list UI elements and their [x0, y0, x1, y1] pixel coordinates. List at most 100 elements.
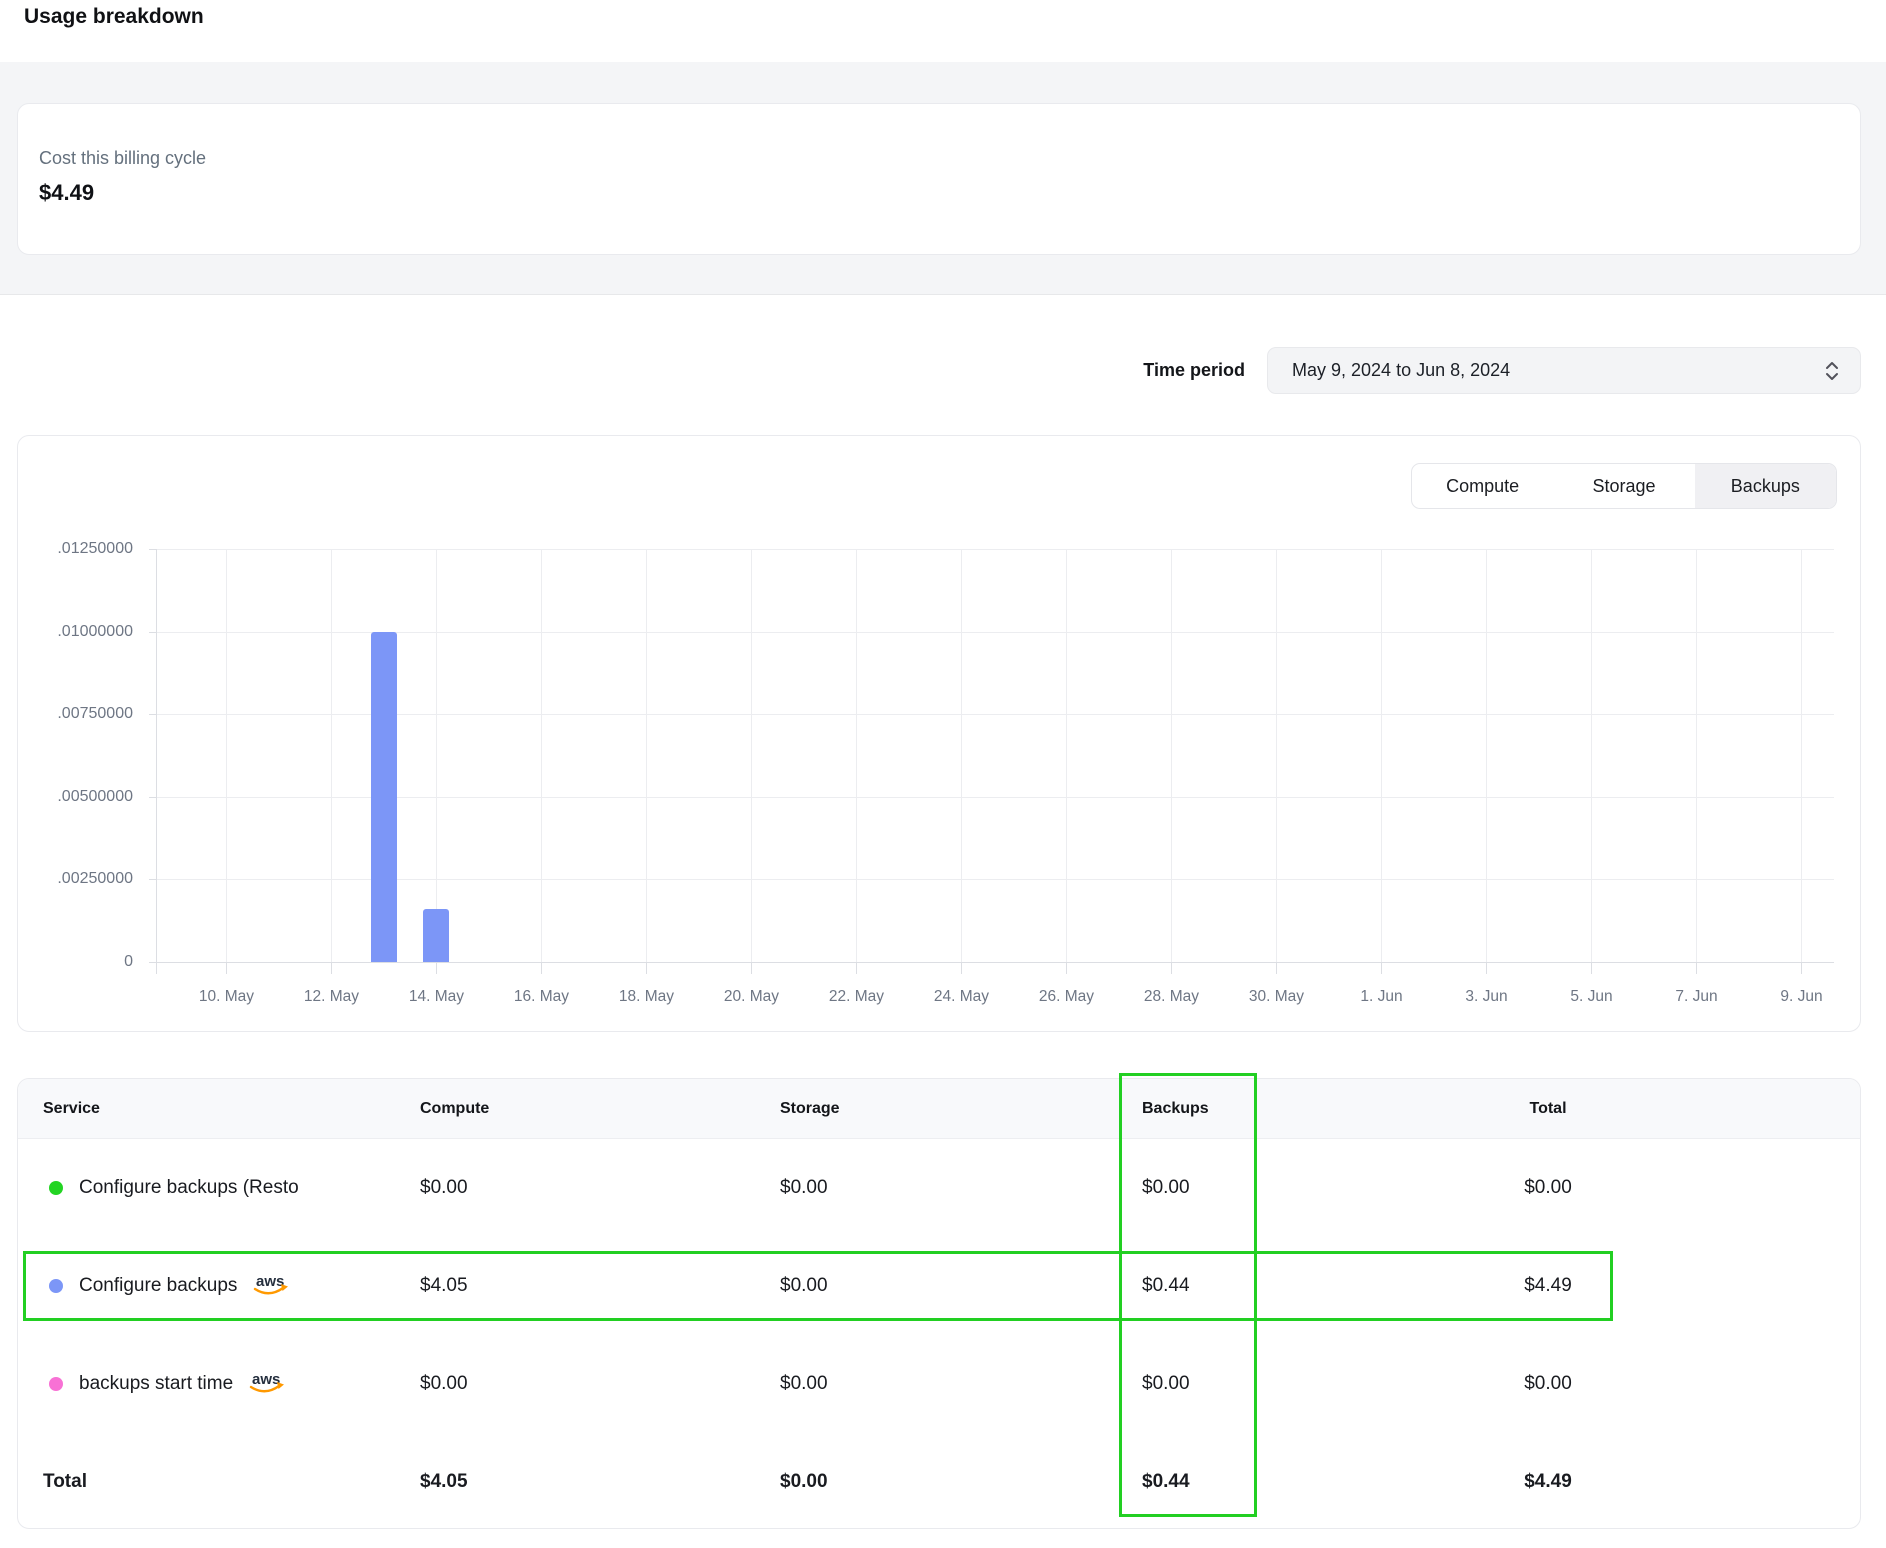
svg-text:aws: aws: [256, 1273, 284, 1290]
y-gridline: [156, 879, 1834, 880]
x-tick: [1381, 962, 1382, 974]
aws-logo-icon: aws: [247, 1370, 289, 1398]
backups-cost-cell: $0.00: [1142, 1373, 1190, 1395]
total-backups-cell: $0.44: [1142, 1471, 1190, 1493]
x-axis-label: 1. Jun: [1329, 988, 1434, 1006]
x-axis-line: [149, 962, 1834, 963]
compute-cost-cell: $4.05: [420, 1275, 468, 1297]
x-axis-label: 24. May: [909, 988, 1014, 1006]
x-axis-label: 12. May: [279, 988, 384, 1006]
x-gridline: [1171, 549, 1172, 962]
x-axis-label: 18. May: [594, 988, 699, 1006]
total-storage-cell: $0.00: [780, 1471, 828, 1493]
y-tick: [149, 797, 156, 798]
x-tick: [331, 962, 332, 974]
y-axis-label: .00500000: [33, 788, 133, 806]
x-tick: [646, 962, 647, 974]
x-tick: [751, 962, 752, 974]
x-gridline: [226, 549, 227, 962]
y-axis-label: 0: [33, 953, 133, 971]
y-tick: [149, 632, 156, 633]
svg-text:aws: aws: [252, 1371, 280, 1388]
header-service: Service: [43, 1100, 100, 1118]
x-gridline: [856, 549, 857, 962]
time-period-select[interactable]: May 9, 2024 to Jun 8, 2024: [1267, 347, 1861, 394]
storage-cost-cell: $0.00: [780, 1177, 828, 1199]
chevron-up-down-icon: [1824, 360, 1840, 382]
x-axis-label: 20. May: [699, 988, 804, 1006]
y-axis-label: .01250000: [33, 540, 133, 558]
x-gridline: [1381, 549, 1382, 962]
backups-cost-cell: $0.44: [1142, 1275, 1190, 1297]
x-axis-label: 26. May: [1014, 988, 1119, 1006]
chart-bar[interactable]: [423, 909, 449, 962]
service-name-cell: Configure backups (Resto: [79, 1177, 299, 1199]
compute-cost-cell: $0.00: [420, 1373, 468, 1395]
service-name-cell: backups start time aws: [79, 1370, 289, 1398]
chart-plot: .01250000 .01000000 .00750000 .00500000 .002…: [18, 436, 1862, 1033]
table-row: backups start timeaws$0.00$0.00$0.00$0.0…: [18, 1335, 1860, 1433]
cost-summary-card: Cost this billing cycle $4.49: [17, 103, 1861, 255]
header-backups: Backups: [1142, 1100, 1209, 1118]
x-tick: [1696, 962, 1697, 974]
x-tick: [436, 962, 437, 974]
y-axis-label: .00750000: [33, 705, 133, 723]
x-axis-label: 7. Jun: [1644, 988, 1749, 1006]
storage-cost-cell: $0.00: [780, 1275, 828, 1297]
total-cost-cell: $0.00: [1418, 1177, 1678, 1199]
time-period-label: Time period: [1040, 347, 1245, 394]
x-gridline: [751, 549, 752, 962]
service-name: Configure backups (Resto: [79, 1177, 299, 1199]
x-gridline: [1486, 549, 1487, 962]
service-name: Configure backups: [79, 1275, 237, 1297]
time-period-value: May 9, 2024 to Jun 8, 2024: [1292, 360, 1824, 381]
y-gridline: [156, 714, 1834, 715]
y-tick: [149, 549, 156, 550]
x-gridline: [961, 549, 962, 962]
x-gridline: [1066, 549, 1067, 962]
x-gridline: [331, 549, 332, 962]
usage-table-card: Service Compute Storage Backups Total Co…: [17, 1078, 1861, 1529]
x-tick: [856, 962, 857, 974]
header-storage: Storage: [780, 1100, 840, 1118]
total-cost-cell: $4.49: [1418, 1275, 1678, 1297]
x-tick: [1591, 962, 1592, 974]
cost-cycle-value: $4.49: [39, 180, 94, 206]
y-gridline: [156, 549, 1834, 550]
aws-logo-icon: aws: [251, 1272, 293, 1300]
y-axis-line: [156, 549, 157, 974]
total-row-label: Total: [43, 1471, 87, 1493]
compute-cost-cell: $0.00: [420, 1177, 468, 1199]
x-tick: [1066, 962, 1067, 974]
x-tick: [1486, 962, 1487, 974]
x-gridline: [646, 549, 647, 962]
x-gridline: [1696, 549, 1697, 962]
x-gridline: [1591, 549, 1592, 962]
x-tick: [1801, 962, 1802, 974]
x-axis-label: 5. Jun: [1539, 988, 1644, 1006]
y-gridline: [156, 632, 1834, 633]
x-axis-label: 3. Jun: [1434, 988, 1539, 1006]
storage-cost-cell: $0.00: [780, 1373, 828, 1395]
x-gridline: [436, 549, 437, 962]
x-axis-label: 22. May: [804, 988, 909, 1006]
table-row: Configure backups (Resto$0.00$0.00$0.00$…: [18, 1139, 1860, 1237]
service-color-dot: [49, 1181, 63, 1195]
chart-bar[interactable]: [371, 632, 397, 962]
header-total: Total: [1418, 1100, 1678, 1118]
y-gridline: [156, 797, 1834, 798]
y-axis-label: .01000000: [33, 623, 133, 641]
x-axis-label: 30. May: [1224, 988, 1329, 1006]
x-gridline: [541, 549, 542, 962]
y-tick: [149, 714, 156, 715]
service-name: backups start time: [79, 1373, 233, 1395]
header-compute: Compute: [420, 1100, 489, 1118]
total-compute-cell: $4.05: [420, 1471, 468, 1493]
x-axis-label: 10. May: [174, 988, 279, 1006]
y-axis-label: .00250000: [33, 870, 133, 888]
service-name-cell: Configure backups aws: [79, 1272, 293, 1300]
x-tick: [1171, 962, 1172, 974]
x-tick: [961, 962, 962, 974]
total-total-cell: $4.49: [1418, 1471, 1678, 1493]
service-color-dot: [49, 1279, 63, 1293]
